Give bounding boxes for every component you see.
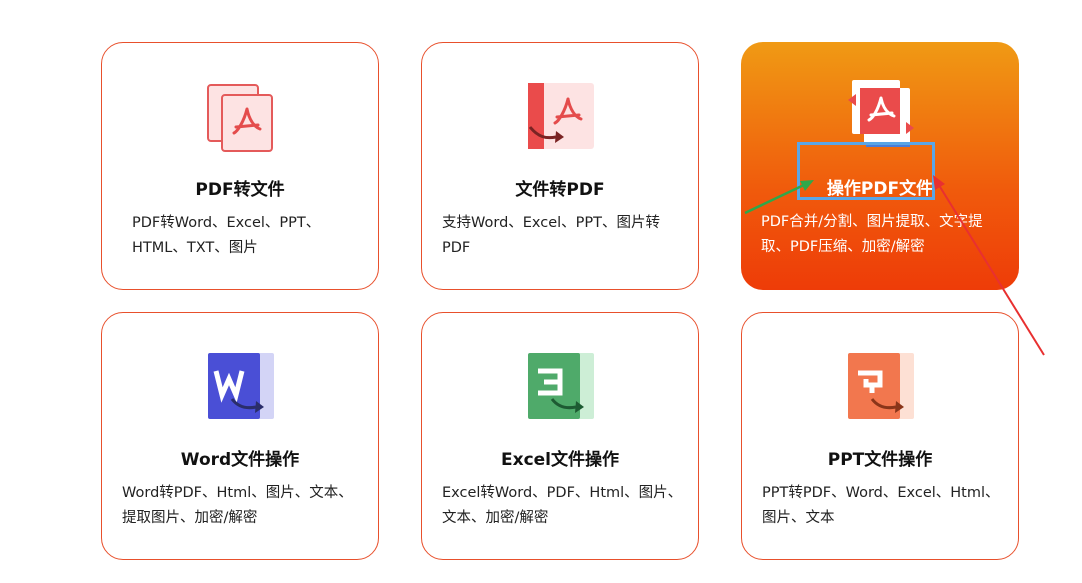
excel-icon — [524, 351, 596, 423]
card-description: Word转PDF、Html、图片、文本、 提取图片、加密/解密 — [122, 485, 353, 526]
card-file-to-pdf[interactable]: 文件转PDF 支持Word、Excel、PPT、图片转 PDF — [421, 42, 699, 290]
card-title: Excel文件操作 — [500, 450, 619, 470]
card-description: PPT转PDF、Word、Excel、Html、 图片、文本 — [762, 485, 1000, 526]
word-icon — [204, 351, 276, 423]
card-description: 支持Word、Excel、PPT、图片转 PDF — [442, 215, 661, 256]
card-word-operations[interactable]: Word文件操作 Word转PDF、Html、图片、文本、 提取图片、加密/解密 — [101, 312, 379, 560]
ppt-icon — [844, 351, 916, 423]
file-to-pdf-icon — [524, 81, 596, 153]
card-title: PDF转文件 — [195, 180, 285, 200]
card-title: 文件转PDF — [515, 180, 605, 200]
card-excel-operations[interactable]: Excel文件操作 Excel转Word、PDF、Html、图片、 文本、加密/… — [421, 312, 699, 560]
pdf-convert-icon — [204, 81, 276, 153]
card-description: PDF合并/分割、图片提取、文字提 取、PDF压缩、加密/解密 — [761, 214, 983, 255]
pdf-operate-icon — [844, 80, 916, 152]
card-description: PDF转Word、Excel、PPT、 HTML、TXT、图片 — [132, 215, 321, 256]
card-operate-pdf[interactable]: 操作PDF文件 PDF合并/分割、图片提取、文字提 取、PDF压缩、加密/解密 — [741, 42, 1019, 290]
card-ppt-operations[interactable]: PPT文件操作 PPT转PDF、Word、Excel、Html、 图片、文本 — [741, 312, 1019, 560]
card-pdf-to-file[interactable]: PDF转文件 PDF转Word、Excel、PPT、 HTML、TXT、图片 — [101, 42, 379, 290]
card-title: Word文件操作 — [180, 450, 300, 470]
card-description: Excel转Word、PDF、Html、图片、 文本、加密/解密 — [442, 485, 683, 526]
card-title: PPT文件操作 — [827, 450, 933, 470]
card-title: 操作PDF文件 — [826, 179, 934, 199]
